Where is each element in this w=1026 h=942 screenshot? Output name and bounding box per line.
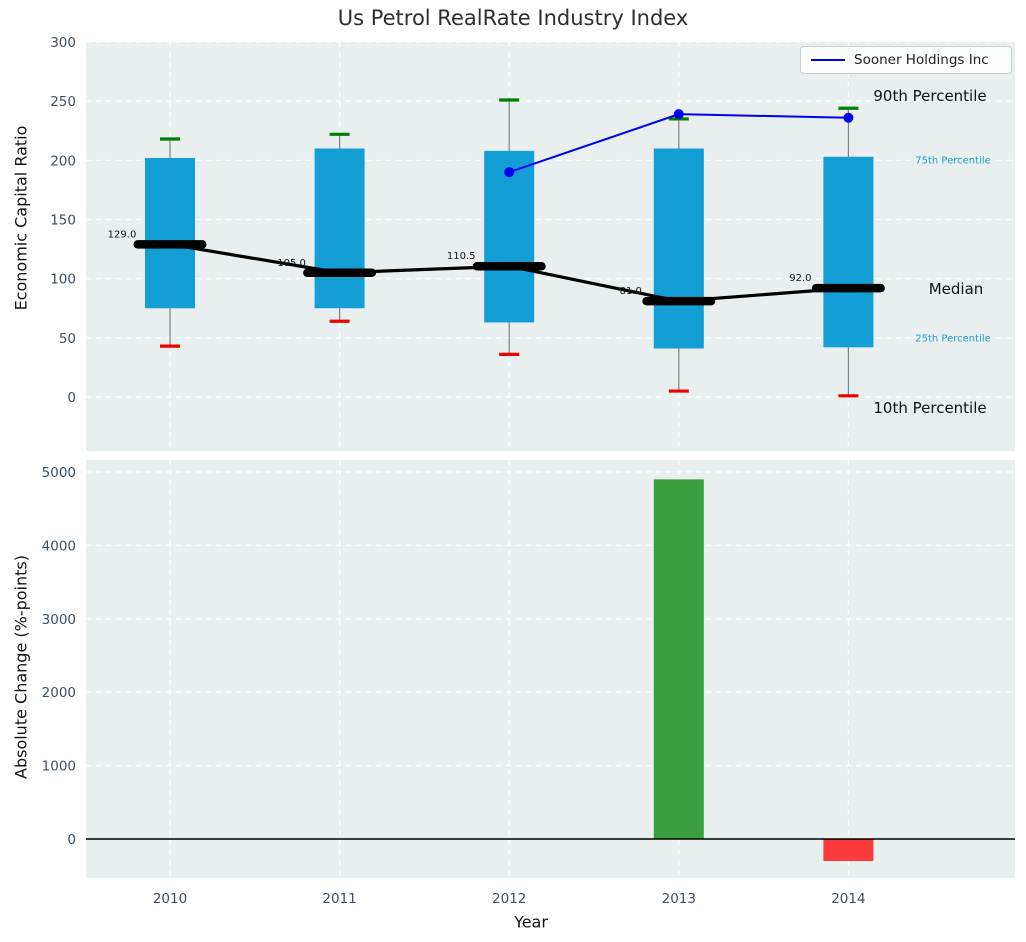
top-y-tick-50: 50 [59, 331, 76, 347]
iqr-box-2011 [315, 149, 365, 309]
x-tick-2011: 2011 [322, 891, 356, 907]
legend-label: Sooner Holdings Inc [854, 52, 989, 68]
median-value-label-2011: 105.0 [277, 258, 306, 269]
chart-canvas: 129.0 105.0 110.5 81.0 92.0 0 50 100 150 200 250 30… [0, 0, 1026, 942]
annotation-75th-percentile: 75th Percentile [915, 156, 991, 167]
bottom-y-tick-1000: 1000 [42, 759, 76, 775]
annotation-median: Median [929, 280, 984, 298]
iqr-box-2010 [145, 158, 195, 308]
bottom-panel-bg [86, 460, 1015, 878]
x-tick-2013: 2013 [662, 891, 696, 907]
x-axis-label: Year [514, 913, 548, 932]
top-y-tick-100: 100 [50, 272, 76, 288]
median-value-label-2010: 129.0 [108, 229, 137, 240]
bottom-y-tick-3000: 3000 [42, 612, 76, 628]
top-y-tick-150: 150 [50, 213, 76, 229]
company-point-2013 [674, 109, 684, 119]
bottom-y-tick-2000: 2000 [42, 685, 76, 701]
bottom-y-axis-label: Absolute Change (%-points) [12, 555, 31, 779]
median-marker-2010 [134, 240, 207, 249]
top-y-tick-0: 0 [67, 390, 76, 406]
company-point-2014 [843, 113, 853, 123]
median-value-label-2014: 92.0 [789, 273, 811, 284]
median-marker-2012 [473, 262, 546, 271]
x-tick-2014: 2014 [831, 891, 865, 907]
top-y-tick-200: 200 [50, 153, 76, 169]
x-tick-2012: 2012 [492, 891, 526, 907]
figure: 129.0 105.0 110.5 81.0 92.0 0 50 100 150 200 250 30… [0, 0, 1026, 942]
company-point-2012 [504, 167, 514, 177]
top-y-tick-250: 250 [50, 94, 76, 110]
negative-change-bar-2014 [823, 839, 873, 861]
iqr-box-2014 [823, 157, 873, 348]
top-y-tick-300: 300 [50, 35, 76, 51]
x-tick-2010: 2010 [153, 891, 187, 907]
median-marker-2011 [303, 269, 376, 278]
annotation-90th-percentile: 90th Percentile [873, 87, 986, 105]
bottom-y-tick-4000: 4000 [42, 538, 76, 554]
annotation-25th-percentile: 25th Percentile [915, 334, 991, 345]
median-value-label-2013: 81.0 [620, 286, 642, 297]
iqr-box-2013 [654, 149, 704, 349]
median-value-label-2012: 110.5 [447, 251, 476, 262]
median-marker-2014 [812, 284, 885, 293]
legend-line-sample [811, 59, 845, 61]
bottom-y-tick-0: 0 [67, 832, 76, 848]
chart-title: Us Petrol RealRate Industry Index [0, 6, 1026, 30]
annotation-10th-percentile: 10th Percentile [873, 399, 986, 417]
top-y-axis-label: Economic Capital Ratio [12, 126, 31, 311]
median-marker-2013 [642, 297, 715, 306]
legend: Sooner Holdings Inc [800, 46, 1012, 74]
bottom-y-tick-5000: 5000 [42, 465, 76, 481]
positive-change-bar-2013 [654, 479, 704, 839]
